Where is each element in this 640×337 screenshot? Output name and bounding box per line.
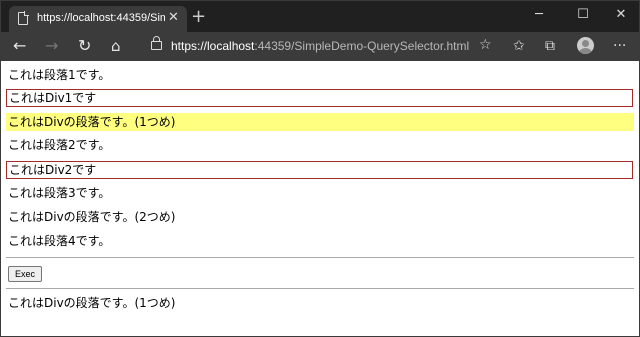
favorites-icon[interactable]: ✩ <box>513 38 525 54</box>
home-icon[interactable]: ⌂ <box>111 37 121 55</box>
favorite-star-icon[interactable]: ☆ <box>479 37 492 53</box>
minimize-icon[interactable]: ─ <box>519 7 559 23</box>
exec-button[interactable]: Exec <box>8 266 42 282</box>
collections-icon[interactable]: ⧉ <box>545 38 555 54</box>
div-1: これはDiv1です <box>6 89 633 107</box>
browser-window: https://localhost:44359/SimpleD ✕ + ─ ☐ … <box>0 0 640 337</box>
address-bar[interactable]: https://localhost:44359/SimpleDemo-Query… <box>141 35 501 58</box>
browser-toolbar: ← → ↻ ⌂ https://localhost:44359/SimpleDe… <box>1 32 639 61</box>
back-icon[interactable]: ← <box>13 37 26 55</box>
paragraph-1: これは段落1です。 <box>8 68 111 82</box>
window-close-icon[interactable]: ✕ <box>601 7 640 23</box>
div-paragraph-2: これはDivの段落です。(2つめ) <box>8 210 176 224</box>
divider-bottom <box>6 288 634 289</box>
new-tab-icon[interactable]: + <box>191 8 206 26</box>
url-text[interactable]: https://localhost:44359/SimpleDemo-Query… <box>171 39 469 53</box>
browser-tab[interactable]: https://localhost:44359/SimpleD ✕ <box>9 6 187 32</box>
profile-avatar[interactable] <box>577 37 594 54</box>
page-content: これは段落1です。 これはDiv1です これはDivの段落です。(1つめ) これ… <box>1 61 639 336</box>
refresh-icon[interactable]: ↻ <box>78 37 91 55</box>
page-icon <box>18 11 29 25</box>
forward-icon[interactable]: → <box>45 37 58 55</box>
tab-bar: https://localhost:44359/SimpleD ✕ + ─ ☐ … <box>1 1 639 32</box>
more-menu-icon[interactable]: ··· <box>613 38 626 54</box>
div-paragraph-1-highlighted: これはDivの段落です。(1つめ) <box>6 113 634 131</box>
div-2: これはDiv2です <box>6 161 633 179</box>
paragraph-4: これは段落4です。 <box>8 234 111 248</box>
divider-top <box>6 257 634 258</box>
tab-close-icon[interactable]: ✕ <box>168 10 179 26</box>
tab-title: https://localhost:44359/SimpleD <box>37 12 165 24</box>
paragraph-2: これは段落2です。 <box>8 138 111 152</box>
result-text: これはDivの段落です。(1つめ) <box>8 296 176 310</box>
paragraph-3: これは段落3です。 <box>8 186 111 200</box>
lock-icon[interactable] <box>151 36 162 50</box>
maximize-icon[interactable]: ☐ <box>563 7 603 23</box>
